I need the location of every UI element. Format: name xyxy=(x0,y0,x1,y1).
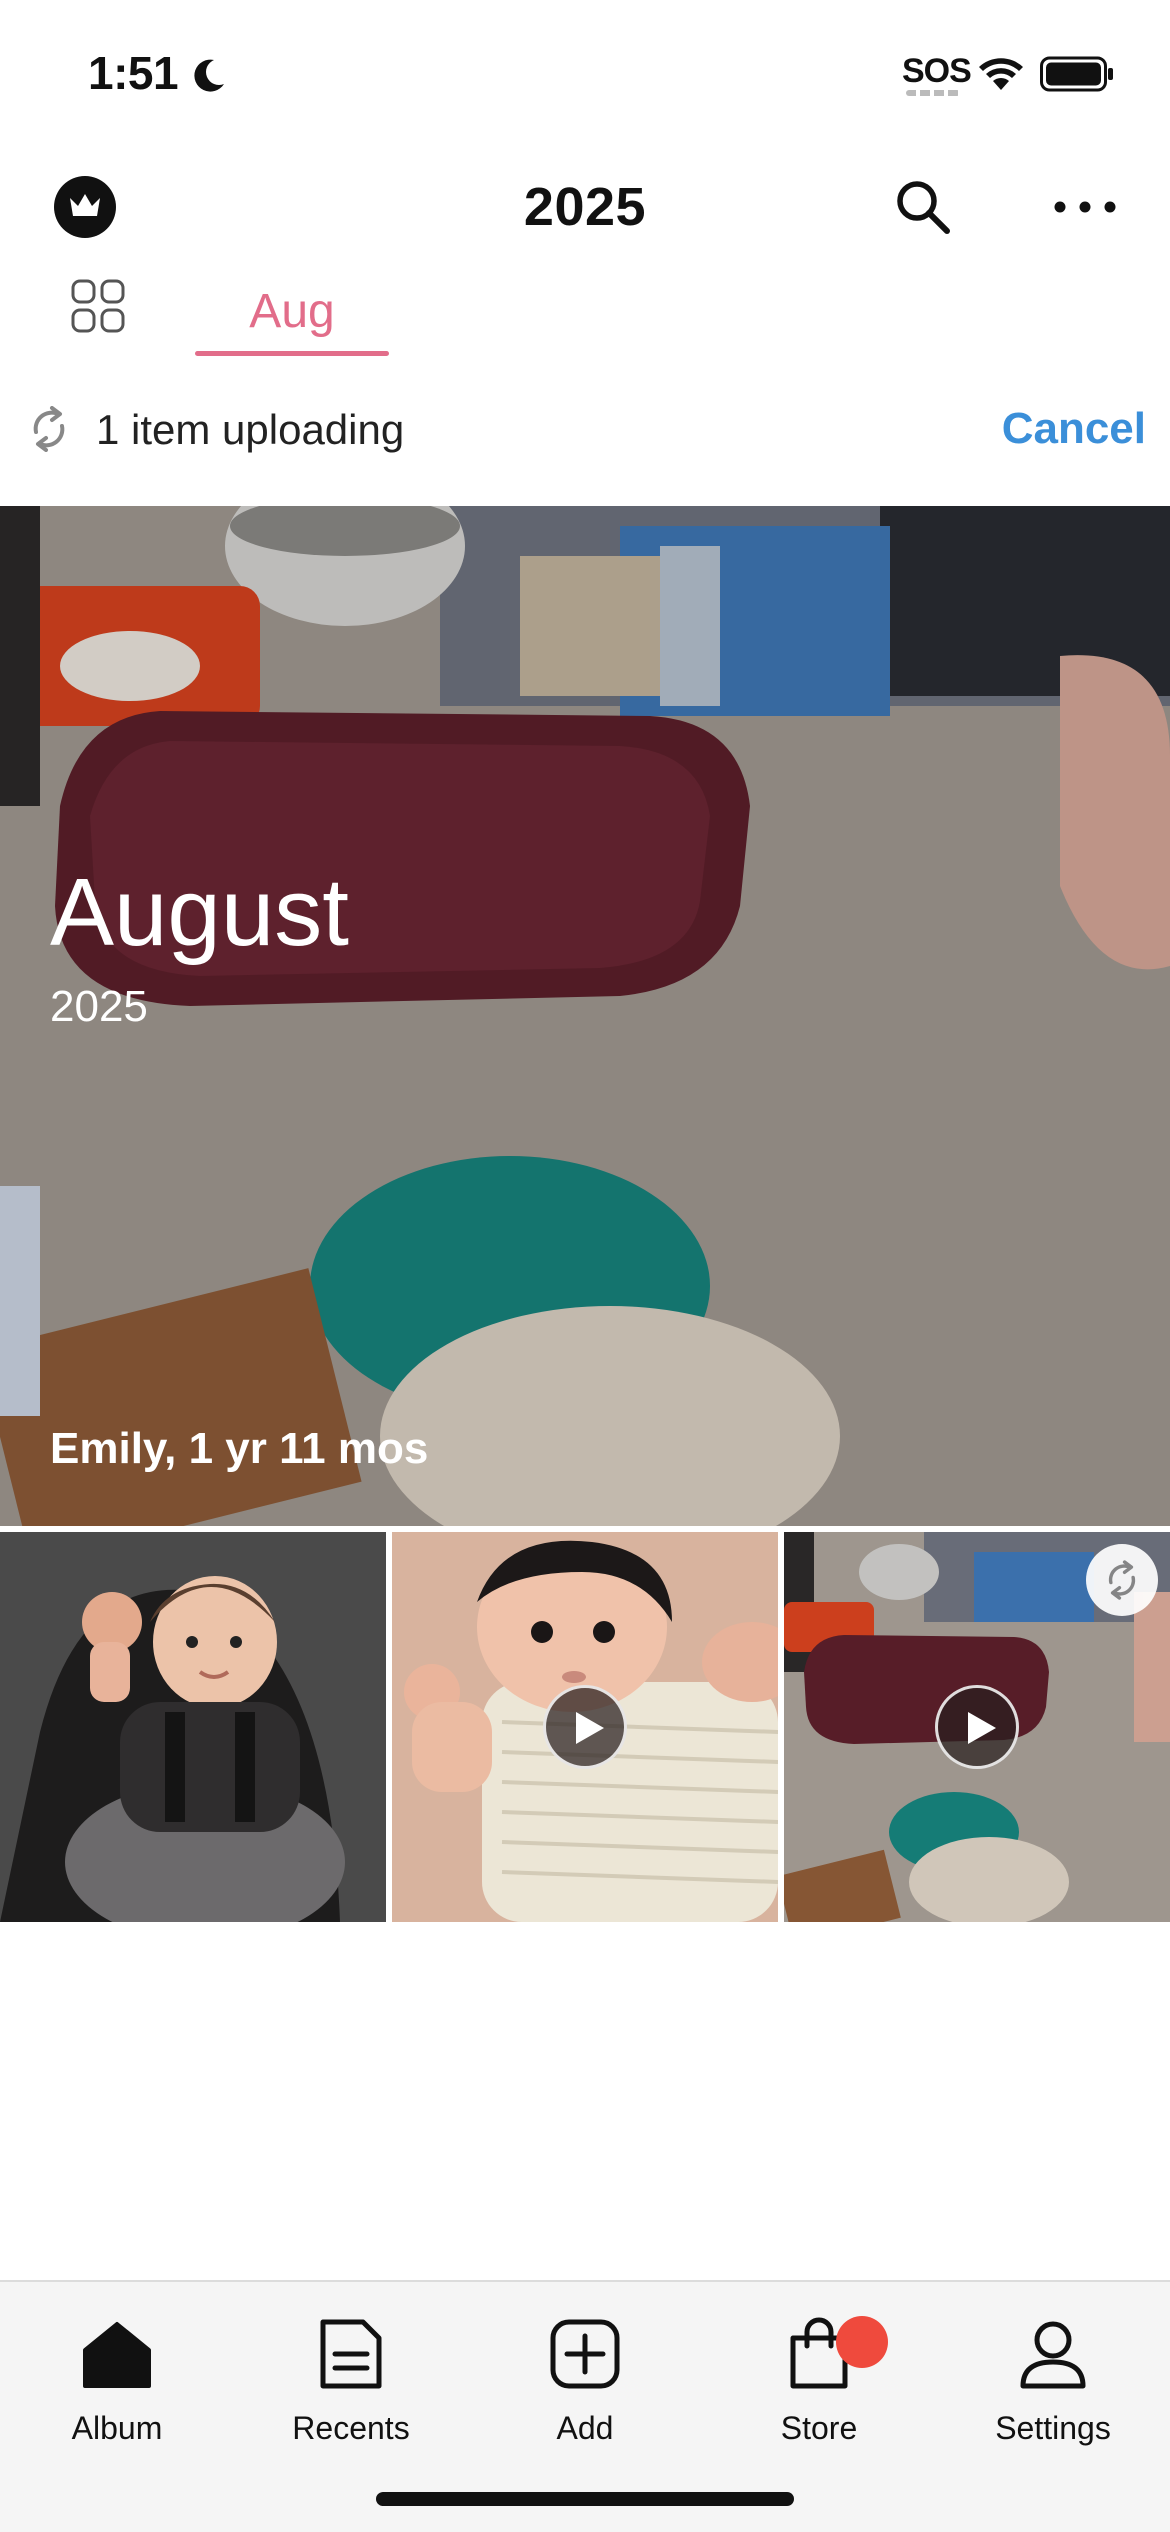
tab-label: Album xyxy=(71,2410,163,2446)
tab-recents[interactable]: Recents xyxy=(234,2302,468,2462)
cover-photo-image xyxy=(0,506,1170,1526)
uploading-badge xyxy=(1086,1544,1158,1616)
tab-store[interactable]: Store xyxy=(702,2302,936,2462)
header: 2025 xyxy=(0,150,1170,260)
tab-month[interactable]: Aug xyxy=(195,268,389,360)
wifi-icon xyxy=(979,58,1023,90)
moon-icon xyxy=(194,59,224,92)
view-tabs: Aug xyxy=(0,260,1170,360)
tab-month-label: Aug xyxy=(249,285,335,338)
play-button[interactable] xyxy=(543,1685,627,1769)
video-thumbnail[interactable] xyxy=(392,1532,778,1922)
tab-album[interactable]: Album xyxy=(0,2302,234,2462)
signal-dots xyxy=(906,90,960,96)
active-tab-underline xyxy=(195,351,389,356)
video-thumbnail[interactable] xyxy=(784,1532,1170,1922)
play-icon xyxy=(576,1712,604,1744)
photo-grid xyxy=(0,1532,1170,1922)
cancel-upload-button[interactable]: Cancel xyxy=(1002,404,1146,454)
notification-badge xyxy=(836,2316,888,2368)
hero-caption: Emily, 1 yr 11 mos xyxy=(50,1424,429,1473)
page-title: 2025 xyxy=(523,177,647,237)
grid-view-icon[interactable] xyxy=(70,278,126,334)
tab-label: Settings xyxy=(995,2410,1111,2446)
sync-icon xyxy=(33,406,65,452)
home-indicator[interactable] xyxy=(376,2492,794,2506)
tab-label: Recents xyxy=(292,2410,410,2446)
more-options-icon[interactable] xyxy=(1050,176,1120,238)
document-icon xyxy=(320,2319,382,2389)
status-time: 1:51 xyxy=(88,47,179,99)
home-icon xyxy=(83,2322,151,2388)
tab-label: Add xyxy=(556,2410,614,2446)
plus-square-icon xyxy=(550,2319,620,2389)
baby-stroller-photo xyxy=(0,1532,386,1922)
photo-thumbnail[interactable] xyxy=(0,1532,386,1922)
play-button[interactable] xyxy=(935,1685,1019,1769)
person-icon xyxy=(1020,2321,1086,2389)
upload-status-bar: 1 item uploading Cancel xyxy=(0,380,1170,486)
tab-settings[interactable]: Settings xyxy=(936,2302,1170,2462)
month-cover-photo[interactable]: August 2025 Emily, 1 yr 11 mos xyxy=(0,506,1170,1526)
sync-icon xyxy=(1108,1560,1136,1600)
tab-label: Store xyxy=(780,2410,858,2446)
tab-add[interactable]: Add xyxy=(468,2302,702,2462)
search-icon[interactable] xyxy=(892,176,954,238)
hero-month-title: August xyxy=(50,859,349,966)
battery-icon xyxy=(1040,56,1113,92)
status-bar: 1:51 SOS xyxy=(0,0,1170,150)
play-icon xyxy=(968,1712,996,1744)
upload-status-text: 1 item uploading xyxy=(96,406,405,453)
sos-indicator: SOS xyxy=(902,52,972,90)
hero-year: 2025 xyxy=(50,982,148,1031)
